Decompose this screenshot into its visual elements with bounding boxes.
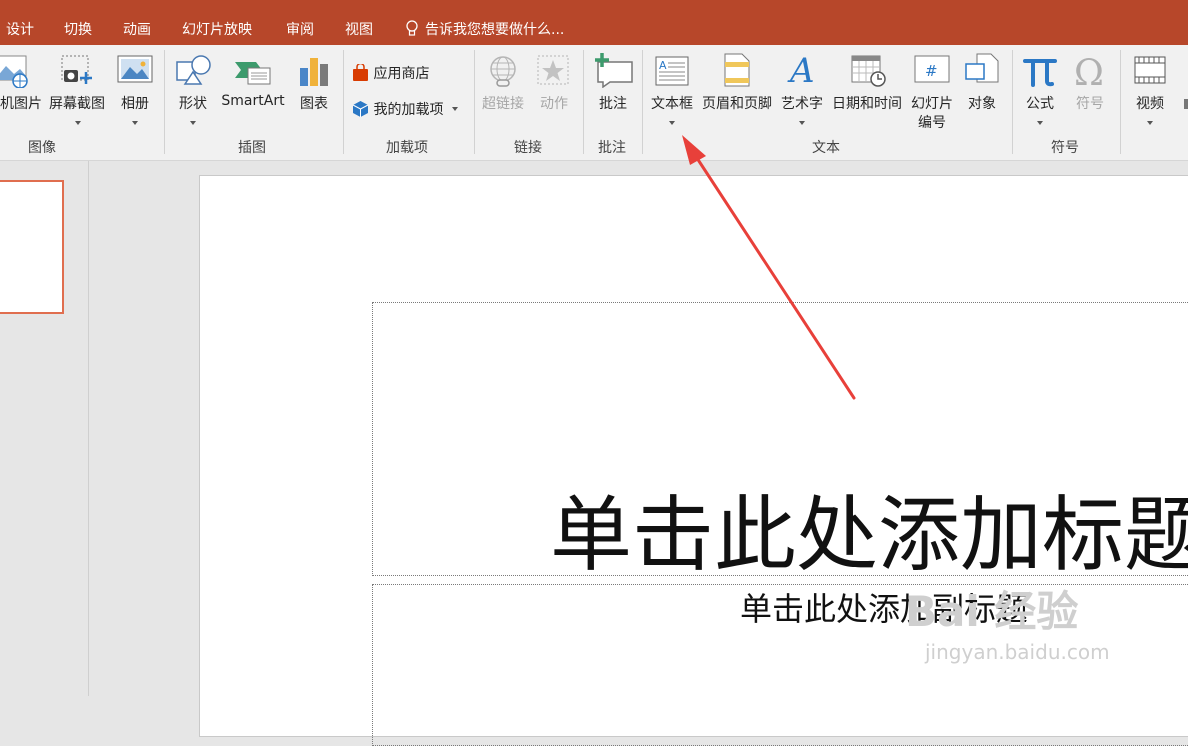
watermark-brand: Bai 经验 <box>905 587 1079 636</box>
watermark-url: jingyan.baidu.com <box>925 640 1110 664</box>
